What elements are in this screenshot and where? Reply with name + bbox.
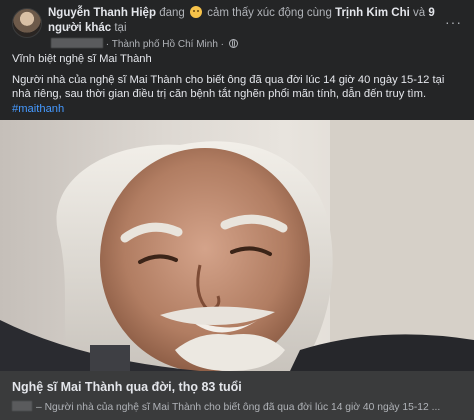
avatar[interactable] [12, 8, 42, 38]
more-options-icon[interactable]: ··· [445, 14, 462, 30]
post-body: Vĩnh biệt nghệ sĩ Mai Thành Người nhà củ… [12, 52, 462, 116]
link-preview[interactable]: Nghệ sĩ Mai Thành qua đời, thọ 83 tuổi –… [0, 371, 474, 420]
link-description-text: – Người nhà của nghệ sĩ Mai Thành cho bi… [36, 402, 441, 413]
post-photo[interactable] [0, 120, 474, 371]
link-description: – Người nhà của nghệ sĩ Mai Thành cho bi… [12, 401, 440, 413]
hashtag-link[interactable]: #maithanh [12, 103, 64, 115]
redacted-source [12, 401, 32, 411]
link-title[interactable]: Nghệ sĩ Mai Thành qua đời, thọ 83 tuổi [12, 380, 242, 394]
feeling-text: cảm thấy xúc động cùng [207, 7, 332, 19]
sad-emoji-icon [189, 6, 202, 18]
post-header: Nguyễn Thanh Hiệp đang cảm thấy xúc động… [12, 6, 462, 50]
location-text[interactable]: · Thành phố Hồ Chí Minh · [106, 39, 224, 50]
author-name[interactable]: Nguyễn Thanh Hiệp [48, 7, 156, 19]
globe-icon [228, 39, 238, 48]
post-line-2: Người nhà của nghệ sĩ Mai Thành cho biết… [12, 73, 462, 117]
facebook-post: Nguyễn Thanh Hiệp đang cảm thấy xúc động… [0, 0, 474, 420]
post-header-text: Nguyễn Thanh Hiệp đang cảm thấy xúc động… [48, 6, 452, 52]
post-line-2-text: Người nhà của nghệ sĩ Mai Thành cho biết… [12, 73, 445, 101]
and-text: và [413, 7, 426, 19]
portrait-illustration [0, 120, 474, 371]
post-meta: · Thành phố Hồ Chí Minh · [48, 37, 452, 52]
status-prefix: đang [159, 7, 185, 19]
tagged-friend[interactable]: Trịnh Kim Chi [335, 7, 410, 19]
at-text: tại [114, 22, 127, 34]
redacted-place [51, 38, 103, 48]
post-line-1: Vĩnh biệt nghệ sĩ Mai Thành [12, 53, 152, 65]
